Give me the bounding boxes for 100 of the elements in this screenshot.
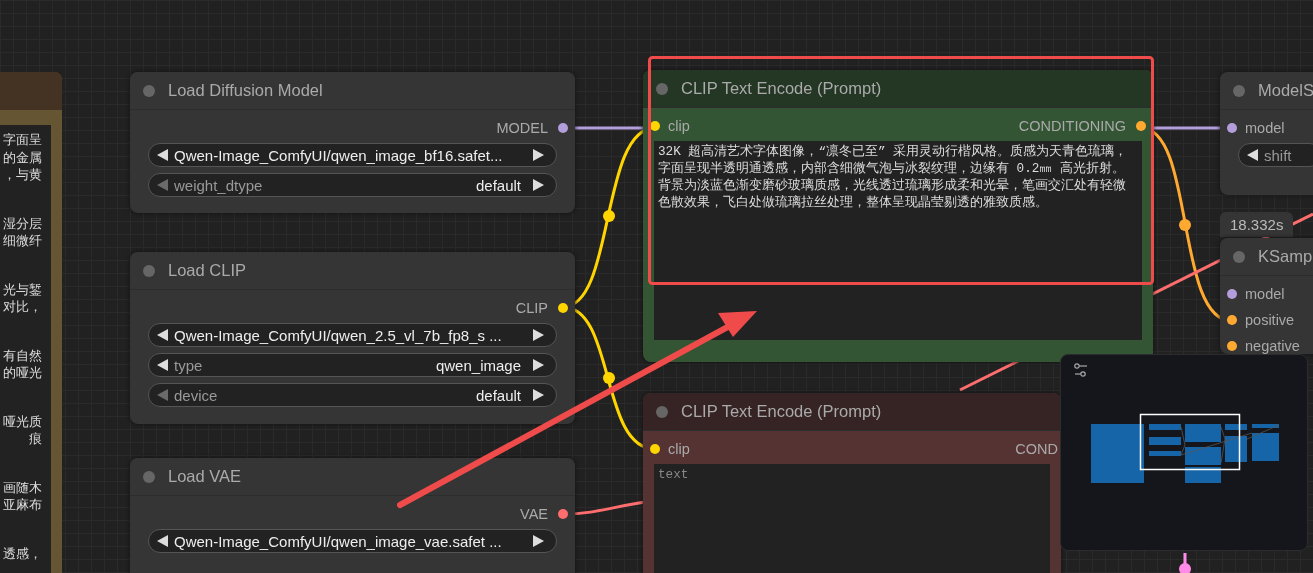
input-label: clip [668,118,690,134]
note-text-line: 画随木 [2,478,42,496]
node-title-bar[interactable]: Load Diffusion Model [130,72,575,110]
node-card[interactable]: Load VAE VAE Qwen-Image_ComfyUI/qwen_image_vae.safet ... [130,458,575,573]
prompt-text-field[interactable]: 32K 超高清艺术字体图像，“凛冬已至” 采用灵动行楷风格。质感为天青色琉璃，字面呈现半透明通透感，内部含细微气泡与冰裂纹理，边缘有 0.2㎜ 高光折射。背景为淡蓝色渐变磨砂玻璃质感，光线透过琉璃形成柔和光晕，笔画交汇处有轻微色散效果，飞白处做琉璃拉丝处理，整体呈现晶莹剔透的雅致质感。 [654,141,1142,340]
dropdown-field[interactable]: Qwen-Image_ComfyUI/qwen_2.5_vl_7b_fp8_s ... [148,323,557,347]
note-text-line: 的金属 [2,148,42,166]
input-label: model [1245,120,1285,136]
input-socket-icon[interactable] [1227,315,1237,325]
output-label: CLIP [515,300,548,316]
note-text-line: 透感， [2,544,42,562]
input-socket-icon[interactable] [650,444,660,454]
field-label: device [174,386,218,404]
node-card[interactable]: KSamp model positive negative [1220,238,1313,354]
output-socket-icon[interactable] [558,123,568,133]
node-card[interactable]: ModelS model shift [1220,72,1313,195]
node-title-bar[interactable]: Load VAE [130,458,575,496]
execution-time-badge: 18.332s [1220,212,1294,237]
field-value: Qwen-Image_ComfyUI/qwen_2.5_vl_7b_fp8_s ... [174,326,503,344]
dropdown-field[interactable]: shift [1238,143,1313,167]
dropdown-field[interactable]: weight_dtype default [148,173,557,197]
node-title-bar[interactable]: CLIP Text Encode (Prompt) [643,70,1153,108]
node-title: Load Diffusion Model [168,81,323,100]
node-title: KSamp [1258,247,1313,266]
field-label: weight_dtype [174,176,263,194]
status-dot-icon [656,82,668,95]
settings-icon[interactable] [1074,363,1088,377]
status-dot-icon [1233,250,1245,263]
field-value: qwen_image [434,356,521,374]
note-text-line: 字面呈 [2,131,42,149]
output-label: MODEL [496,120,548,136]
node-title-bar[interactable]: KSamp [1220,238,1313,276]
field-value: Qwen-Image_ComfyUI/qwen_image_vae.safet ... [174,532,503,550]
previous-button[interactable] [157,359,168,371]
input-socket-icon[interactable] [1227,341,1237,351]
dropdown-field[interactable]: device default [148,383,557,407]
status-dot-icon [143,84,155,97]
note-text-line: 有自然 [2,346,42,364]
input-label: clip [668,441,690,457]
output-socket-icon[interactable] [1136,121,1146,131]
field-label: shift [1264,146,1292,164]
node-title: CLIP Text Encode (Prompt) [681,402,882,421]
input-socket-icon[interactable] [1227,123,1237,133]
node-card[interactable]: Load CLIP CLIP Qwen-Image_ComfyUI/qwen_2.5_vl_7b_fp8_s ... type qwen_image device default [130,252,575,424]
node-card[interactable]: Load Diffusion Model MODEL Qwen-Image_ComfyUI/qwen_image_bf16.safet... weight_dtype default [130,72,575,213]
node-card[interactable]: CLIP Text Encode (Prompt) clip CONDITIONING 32K 超高清艺术字体图像，“凛冬已至” 采用灵动行楷风格。质感为天青色琉璃，字面呈现半透明通透感，内部含细微气泡与冰裂纹理，边缘有 0.2㎜ 高光折射。背景为淡蓝色渐变磨砂玻璃质感，光线透过琉璃形成柔和光晕，笔画交汇处有轻微色散效果，飞白处做琉璃拉丝处理，整体呈现晶莹剔透的雅致质感。 [643,70,1153,362]
status-dot-icon [143,264,155,277]
field-value: default [474,386,521,404]
status-dot-icon [143,470,155,483]
status-dot-icon [656,405,668,418]
note-text-area[interactable]: 字面呈 的金属 ，与黄 湿分层 细微纤 光与錾 对比， 有自然 的哑光 哑光质 痕 画随木 亚麻布 透感， [0,125,51,573]
node-title: Load VAE [168,467,242,486]
input-socket-icon[interactable] [650,121,660,131]
output-label: COND [1015,441,1058,457]
node-card[interactable]: CLIP Text Encode (Prompt) clip COND text [643,393,1061,573]
dropdown-field[interactable]: Qwen-Image_ComfyUI/qwen_image_vae.safet ... [148,529,557,553]
input-label: model [1245,286,1285,302]
node-title-bar[interactable]: CLIP Text Encode (Prompt) [643,393,1061,431]
note-text-line: 亚麻布 [2,496,42,514]
next-button[interactable] [533,389,544,401]
node-title-bar[interactable]: ModelS [1220,72,1313,110]
node-title: ModelS [1258,81,1313,100]
previous-button[interactable] [157,535,168,547]
next-button[interactable] [533,149,544,161]
note-node[interactable]: 字面呈 的金属 ，与黄 湿分层 细微纤 光与錾 对比， 有自然 的哑光 哑光质 痕 画随木 亚麻布 透感， [0,72,62,573]
note-text-line: 哑光质 [2,412,42,430]
input-label: positive [1245,312,1295,328]
minimap-panel[interactable] [1060,354,1308,551]
note-text-line: 湿分层 [2,214,42,232]
next-button[interactable] [533,179,544,191]
previous-button[interactable] [1247,149,1258,161]
next-button[interactable] [533,329,544,341]
output-label: CONDITIONING [1018,118,1126,134]
reroute-dot [1179,219,1191,231]
reroute-dot [603,210,615,222]
note-text-line: 细微纤 [2,232,42,250]
next-button[interactable] [533,535,544,547]
note-text-line: 的哑光 [2,364,42,382]
field-value: default [474,176,521,194]
reroute-dot [603,372,615,384]
note-text-line: ，与黄 [2,166,42,184]
status-dot-icon [1233,84,1245,97]
node-title-bar[interactable]: Load CLIP [130,252,575,290]
field-label: type [174,356,203,374]
output-socket-icon[interactable] [558,509,568,519]
output-label: VAE [520,506,548,522]
output-socket-icon[interactable] [558,303,568,313]
note-text-line: 光与錾 [2,280,42,298]
dropdown-field[interactable]: type qwen_image [148,353,557,377]
note-text-line: 痕 [28,430,42,448]
dropdown-field[interactable]: Qwen-Image_ComfyUI/qwen_image_bf16.safet... [148,143,557,167]
prompt-text-field[interactable]: text [654,464,1050,573]
input-socket-icon[interactable] [1227,289,1237,299]
node-title: CLIP Text Encode (Prompt) [681,79,882,98]
input-label: negative [1245,338,1300,354]
next-button[interactable] [533,359,544,371]
field-value: Qwen-Image_ComfyUI/qwen_image_bf16.safet... [174,146,504,164]
previous-button[interactable] [157,149,168,161]
previous-button[interactable] [157,329,168,341]
note-text-line: 对比， [2,298,42,316]
